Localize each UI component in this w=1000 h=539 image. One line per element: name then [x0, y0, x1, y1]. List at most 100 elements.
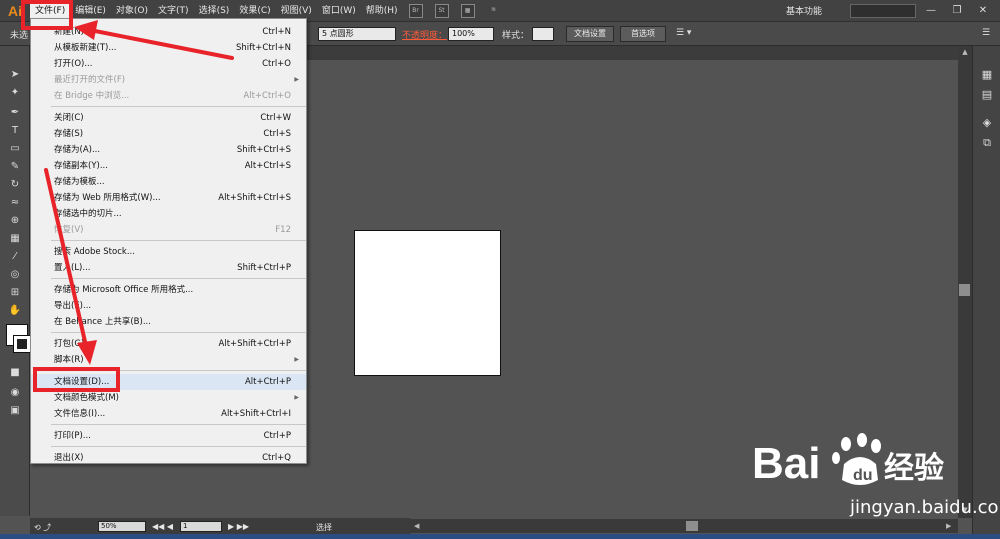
- menu-item-label: 存储(S): [54, 129, 84, 139]
- menu-item-label: 存储为 Microsoft Office 所用格式...: [54, 285, 194, 295]
- vertical-scrollbar[interactable]: ▲ ▼: [958, 46, 972, 518]
- rotate-view-icon[interactable]: ⟲ ⤴: [34, 522, 51, 533]
- file-menu-item: 恢复(V) F12: [31, 222, 306, 238]
- magic-wand-icon[interactable]: ✦: [7, 86, 23, 100]
- pencil-tool-icon[interactable]: ✎: [7, 160, 23, 174]
- file-menu-item[interactable]: 置入(L)... Shift+Ctrl+P: [31, 260, 306, 276]
- screen-mode-icon[interactable]: ▣: [7, 404, 23, 418]
- hand-tool-icon[interactable]: ✋: [7, 304, 23, 318]
- menu-item-shortcut: Ctrl+O: [262, 59, 291, 69]
- maximize-button[interactable]: ❐: [949, 4, 965, 18]
- menu-item-label: 关闭(C): [54, 113, 84, 123]
- annotation-box-document-setup: [33, 367, 120, 392]
- file-menu-item[interactable]: 存储为 Web 所用格式(W)... Alt+Shift+Ctrl+S: [31, 190, 306, 206]
- menu-separator: [51, 424, 306, 425]
- artboard-number-select[interactable]: 1: [180, 521, 222, 532]
- menu-item-shortcut: Alt+Ctrl+S: [244, 161, 291, 171]
- menu-item-shortcut: Shift+Ctrl+N: [235, 43, 291, 53]
- artboard-next-icon[interactable]: ▶ ▶▶: [228, 522, 249, 531]
- file-menu-item[interactable]: 退出(X) Ctrl+Q: [31, 450, 306, 466]
- file-menu-item[interactable]: 脚本(R) ▶: [31, 352, 306, 368]
- menu-item-label: 存储为 Web 所用格式(W)...: [54, 193, 161, 203]
- file-menu-item[interactable]: 存储为模板...: [31, 174, 306, 190]
- document-setup-button[interactable]: 文档设置: [566, 26, 614, 42]
- color-mode-icon[interactable]: ■: [7, 366, 23, 380]
- status-mode-text[interactable]: 选择: [316, 522, 332, 533]
- file-menu-item[interactable]: 存储选中的切片...: [31, 206, 306, 222]
- menu-item-label: 置入(L)...: [54, 263, 91, 273]
- menu-separator: [51, 106, 306, 107]
- file-menu-item[interactable]: 文档颜色模式(M) ▶: [31, 390, 306, 406]
- horizontal-scrollbar[interactable]: ◀ ▶: [410, 519, 958, 533]
- layers-panel-icon[interactable]: ◈: [979, 116, 995, 130]
- menu-item-shortcut: Shift+Ctrl+S: [236, 145, 291, 155]
- zoom-select[interactable]: 50%: [98, 521, 146, 532]
- file-menu-item[interactable]: 文件信息(I)... Alt+Shift+Ctrl+I: [31, 406, 306, 422]
- file-menu-item[interactable]: 在 Behance 上共享(B)...: [31, 314, 306, 330]
- menu-help[interactable]: 帮助(H): [361, 0, 403, 22]
- selection-tool-icon[interactable]: ➤: [7, 68, 23, 82]
- file-menu-item[interactable]: 导出(E)...: [31, 298, 306, 314]
- file-menu-item[interactable]: 打包(G)... Alt+Shift+Ctrl+P: [31, 336, 306, 352]
- artboards-panel-icon[interactable]: ⧉: [979, 136, 995, 150]
- preferences-button[interactable]: 首选项: [620, 26, 666, 42]
- warp-tool-icon[interactable]: ≈: [7, 196, 23, 210]
- gpu-performance-icon[interactable]: ≋: [487, 4, 501, 18]
- style-swatch[interactable]: [532, 27, 554, 41]
- style-label: 样式：: [502, 31, 530, 41]
- scroll-up-icon[interactable]: ▲: [958, 48, 972, 56]
- stroke-swatch[interactable]: [13, 335, 31, 353]
- menu-item-label: 存储为(A)...: [54, 145, 101, 155]
- bridge-icon[interactable]: Br: [408, 3, 423, 18]
- shape-builder-icon[interactable]: ⊕: [7, 214, 23, 228]
- file-menu-item[interactable]: 打印(P)... Ctrl+P: [31, 428, 306, 444]
- menu-separator: [51, 446, 306, 447]
- arrange-documents-icon[interactable]: ▦: [460, 3, 475, 18]
- menu-item-label: 打开(O)...: [54, 59, 93, 69]
- menu-item-label: 搜索 Adobe Stock...: [54, 247, 135, 257]
- artboard-tool-icon[interactable]: ⊞: [7, 286, 23, 300]
- color-panel-icon[interactable]: ▦: [979, 68, 995, 82]
- menu-window[interactable]: 窗口(W): [317, 0, 361, 22]
- stock-icon[interactable]: St: [434, 3, 449, 18]
- type-tool-icon[interactable]: T: [7, 124, 23, 138]
- opacity-label[interactable]: 不透明度：: [402, 28, 447, 41]
- artboard-prev-icon[interactable]: ◀◀ ◀: [152, 522, 173, 531]
- artboard[interactable]: [354, 230, 501, 376]
- scroll-right-icon[interactable]: ▶: [946, 519, 951, 533]
- file-menu-item[interactable]: 存储为 Microsoft Office 所用格式...: [31, 282, 306, 298]
- file-menu-item[interactable]: 搜索 Adobe Stock...: [31, 244, 306, 260]
- rotate-tool-icon[interactable]: ↻: [7, 178, 23, 192]
- eyedropper-tool-icon[interactable]: ⁄: [7, 250, 23, 264]
- horizontal-scroll-thumb[interactable]: [686, 521, 698, 531]
- menu-item-label: 打印(P)...: [54, 431, 91, 441]
- minimize-button[interactable]: —: [923, 4, 939, 18]
- file-menu-item[interactable]: 关闭(C) Ctrl+W: [31, 110, 306, 126]
- search-input[interactable]: [850, 4, 916, 18]
- file-menu-item[interactable]: 从模板新建(T)... Shift+Ctrl+N: [31, 40, 306, 56]
- pen-tool-icon[interactable]: ✒: [7, 106, 23, 120]
- draw-mode-icon[interactable]: ◉: [7, 386, 23, 400]
- vertical-scroll-thumb[interactable]: [959, 284, 970, 296]
- opacity-input[interactable]: 100%: [448, 27, 494, 41]
- menu-item-shortcut: Shift+Ctrl+P: [237, 263, 291, 273]
- workspace-switcher[interactable]: 基本功能: [786, 4, 822, 17]
- file-menu-item[interactable]: 存储为(A)... Shift+Ctrl+S: [31, 142, 306, 158]
- file-menu-item[interactable]: 打开(O)... Ctrl+O: [31, 56, 306, 72]
- file-menu-item[interactable]: 存储(S) Ctrl+S: [31, 126, 306, 142]
- file-menu-item[interactable]: 存储副本(Y)... Alt+Ctrl+S: [31, 158, 306, 174]
- control-menu-icon[interactable]: ☰: [982, 28, 990, 38]
- perspective-grid-icon[interactable]: ▦: [7, 232, 23, 246]
- scroll-left-icon[interactable]: ◀: [414, 519, 419, 533]
- panel-menu-icon[interactable]: ☰ ▾: [676, 28, 691, 38]
- rectangle-tool-icon[interactable]: ▭: [7, 142, 23, 156]
- menu-item-label: 打包(G)...: [54, 339, 93, 349]
- symbol-sprayer-icon[interactable]: ◎: [7, 268, 23, 282]
- brush-definition-select[interactable]: 5 点圆形: [318, 27, 396, 41]
- swatches-panel-icon[interactable]: ▤: [979, 88, 995, 102]
- menu-item-shortcut: F12: [275, 225, 291, 235]
- tools-panel: ➤ ✦ ✒ T ▭ ✎ ↻ ≈ ⊕ ▦ ⁄ ◎ ⊞ ✋ ■ ◉ ▣: [0, 46, 31, 516]
- submenu-arrow-icon: ▶: [294, 356, 299, 363]
- close-button[interactable]: ✕: [975, 4, 991, 18]
- os-taskbar: [0, 534, 1000, 539]
